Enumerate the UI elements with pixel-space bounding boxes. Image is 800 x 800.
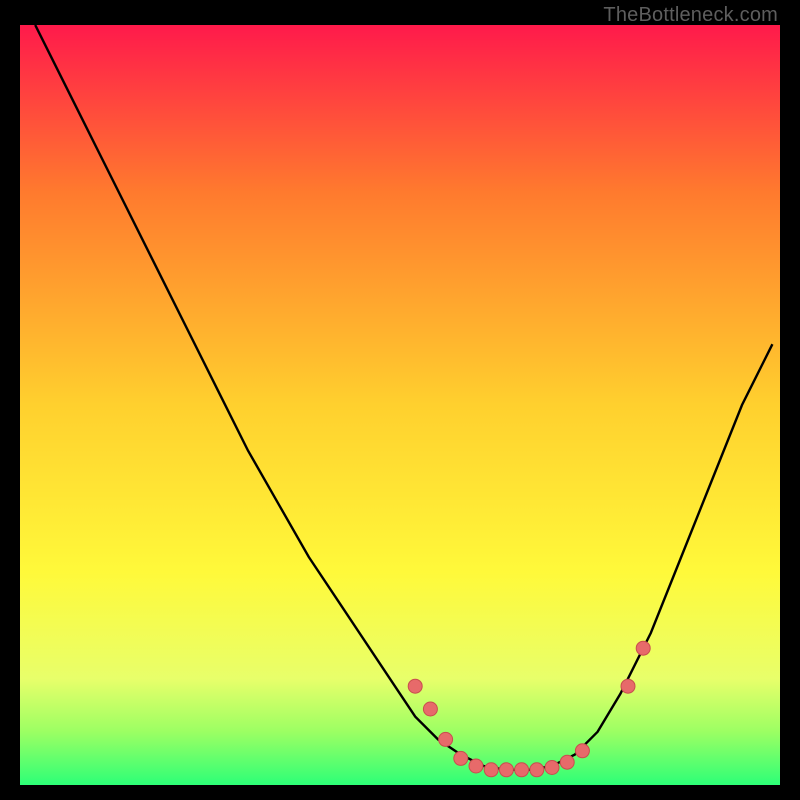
curve-dot [499, 763, 513, 777]
bottleneck-chart [20, 25, 780, 785]
curve-dot [515, 763, 529, 777]
curve-dot [469, 759, 483, 773]
curve-dot [439, 732, 453, 746]
curve-dot [621, 679, 635, 693]
curve-dot [575, 744, 589, 758]
chart-background [20, 25, 780, 785]
curve-dot [454, 751, 468, 765]
curve-dot [560, 755, 574, 769]
chart-frame [20, 25, 780, 785]
curve-dot [408, 679, 422, 693]
curve-dot [636, 641, 650, 655]
watermark-text: TheBottleneck.com [603, 4, 778, 27]
curve-dot [545, 761, 559, 775]
curve-dot [530, 763, 544, 777]
curve-dot [423, 702, 437, 716]
curve-dot [484, 763, 498, 777]
